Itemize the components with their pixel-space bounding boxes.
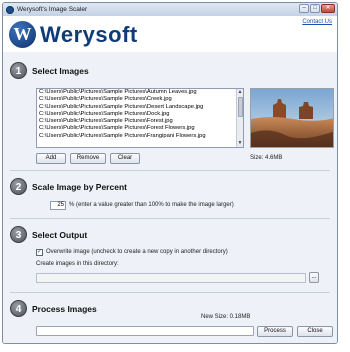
section-title: Scale Image by Percent [32,181,127,192]
progress-bar [36,326,254,336]
process-button[interactable]: Process [257,326,293,337]
remove-button[interactable]: Remove [70,153,106,164]
list-item[interactable]: C:\Users\Public\Pictures\Sample Pictures… [37,89,243,96]
section-divider [10,292,330,293]
step-number-badge: 3 [10,226,27,243]
section-title: Select Output [32,229,88,240]
app-icon [6,5,14,14]
overwrite-label: Overwrite image (uncheck to create a new… [46,249,228,255]
list-item[interactable]: C:\Users\Public\Pictures\Sample Pictures… [37,118,243,125]
list-scrollbar[interactable]: ▲ ▼ [236,89,243,147]
step-number-badge: 2 [10,178,27,195]
scroll-down-icon[interactable]: ▼ [237,140,243,147]
close-button[interactable]: Close [297,326,333,337]
add-button[interactable]: Add [36,153,66,164]
close-window-button[interactable]: ✕ [321,4,335,13]
overwrite-checkbox[interactable]: ✓ [36,249,43,256]
list-item[interactable]: C:\Users\Public\Pictures\Sample Pictures… [37,125,243,132]
section-title: Process Images [32,303,97,314]
window-controls: – □ ✕ [299,4,335,13]
directory-label: Create images in this directory: [36,261,119,267]
image-preview [250,88,334,148]
percent-input[interactable]: 25 [50,201,66,210]
main-panel: 1 Select Images C:\Users\Public\Pictures… [3,52,337,343]
window-title: Werysoft's Image Scaler [17,6,88,13]
scroll-up-icon[interactable]: ▲ [237,89,243,96]
desert-preview-image [251,89,333,147]
section-process-header: 4 Process Images [10,300,97,317]
minimize-button[interactable]: – [299,4,309,13]
contact-us-link[interactable]: Contact Us [302,19,332,25]
scroll-thumb[interactable] [238,97,243,117]
section-header: 1 Select Images [10,62,89,79]
new-size-label: New Size: 0.18MB [201,314,251,320]
clear-button[interactable]: Clear [110,153,140,164]
checkmark-icon: ✓ [37,249,43,255]
step-number-badge: 1 [10,62,27,79]
list-item[interactable]: C:\Users\Public\Pictures\Sample Pictures… [37,104,243,111]
list-item[interactable]: C:\Users\Public\Pictures\Sample Pictures… [37,96,243,103]
list-item[interactable]: C:\Users\Public\Pictures\Sample Pictures… [37,133,243,140]
brand-header: W Werysoft Contact Us [3,16,337,52]
step-number-badge: 4 [10,300,27,317]
total-size-label: Size: 4.6MB [250,155,283,161]
app-window: Werysoft's Image Scaler – □ ✕ W Werysoft… [2,2,338,344]
logo-icon: W [9,21,36,48]
percent-help-text: % (enter a value greater than 100% to ma… [69,202,234,208]
image-file-list[interactable]: C:\Users\Public\Pictures\Sample Pictures… [36,88,244,148]
title-bar[interactable]: Werysoft's Image Scaler – □ ✕ [3,3,337,16]
section-divider [10,218,330,219]
section-divider [10,170,330,171]
section-scale-header: 2 Scale Image by Percent [10,178,127,195]
maximize-button[interactable]: □ [310,4,320,13]
browse-button[interactable]: ... [309,272,319,283]
logo-text: Werysoft [40,22,138,47]
section-output-header: 3 Select Output [10,226,87,243]
list-item[interactable]: C:\Users\Public\Pictures\Sample Pictures… [37,111,243,118]
section-title: Select Images [32,65,89,76]
output-directory-input[interactable] [36,273,306,283]
